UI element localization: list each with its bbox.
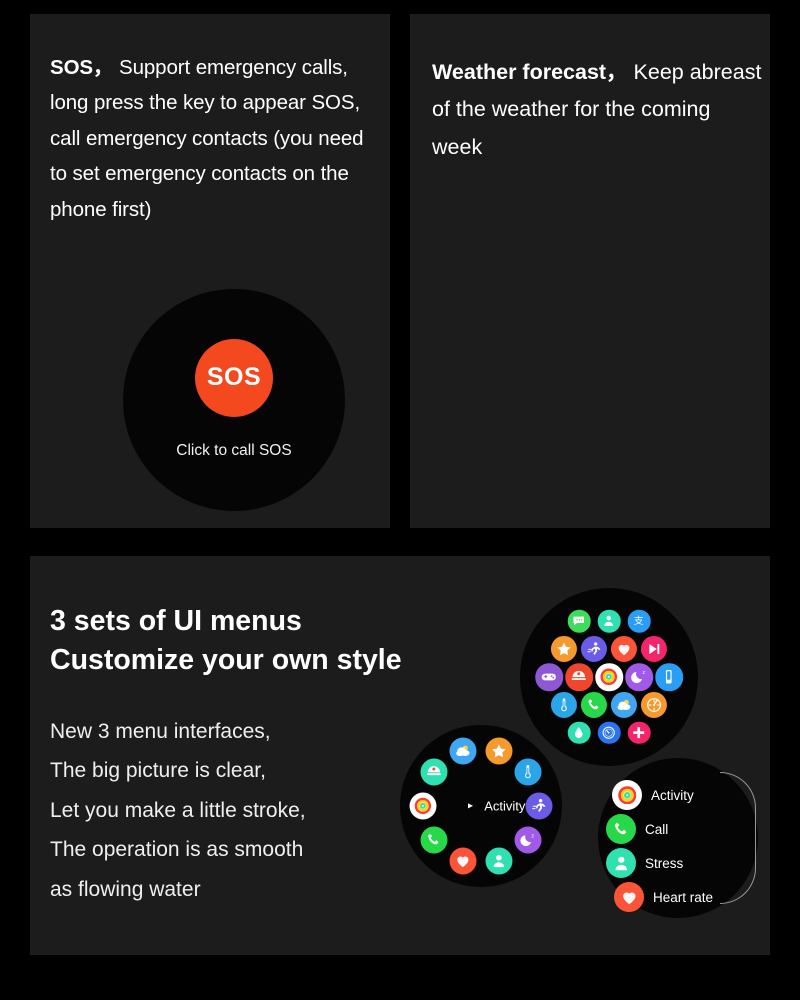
compass-icon[interactable] bbox=[640, 691, 668, 718]
sos-body-text: Support emergency calls, long press the … bbox=[50, 56, 364, 221]
svg-text:z: z bbox=[643, 670, 646, 676]
activity-icon[interactable] bbox=[409, 792, 437, 820]
list-item[interactable]: Activity bbox=[612, 780, 694, 810]
alipay-icon[interactable]: 支 bbox=[627, 609, 651, 633]
game-icon[interactable] bbox=[535, 663, 563, 691]
water-icon[interactable] bbox=[567, 721, 591, 745]
ring-menu-watch-face: ▸ Activity z bbox=[400, 725, 562, 887]
list-item[interactable]: Heart rate bbox=[614, 882, 713, 912]
list-item-label: Call bbox=[645, 821, 669, 837]
menus-body-line: New 3 menu interfaces, bbox=[50, 720, 271, 743]
list-scroll-arc[interactable] bbox=[720, 772, 756, 904]
food-icon[interactable] bbox=[420, 758, 448, 786]
call-icon bbox=[606, 814, 636, 844]
heart-rate-icon[interactable] bbox=[449, 847, 477, 875]
medical-icon[interactable] bbox=[627, 721, 651, 745]
stress-icon[interactable] bbox=[597, 609, 621, 633]
food-icon[interactable] bbox=[565, 663, 593, 691]
stress-icon[interactable] bbox=[485, 847, 513, 875]
heart-rate-icon bbox=[614, 882, 644, 912]
ring-selected-label: Activity bbox=[484, 798, 526, 814]
menus-heading-line2: Customize your own style bbox=[50, 644, 402, 677]
call-icon[interactable] bbox=[420, 826, 448, 854]
menus-heading-line1: 3 sets of UI menus bbox=[50, 605, 302, 637]
barometer-icon[interactable] bbox=[597, 721, 621, 745]
weather-lead-text: Weather forecast， bbox=[432, 60, 628, 84]
message-icon[interactable] bbox=[567, 609, 591, 633]
stress-icon bbox=[606, 848, 636, 878]
sos-feature-panel: SOS， Support emergency calls, long press… bbox=[30, 14, 390, 528]
call-icon[interactable] bbox=[580, 691, 608, 718]
menus-body-line: The operation is as smooth bbox=[50, 838, 304, 862]
list-item-label: Stress bbox=[645, 855, 684, 871]
weather-description: Weather forecast， Keep abreast of the we… bbox=[432, 54, 762, 166]
heart-rate-icon[interactable] bbox=[610, 636, 638, 663]
menus-description: New 3 menu interfaces, The big picture i… bbox=[50, 712, 430, 909]
star-icon[interactable] bbox=[485, 737, 513, 765]
menus-heading: 3 sets of UI menus Customize your own st… bbox=[50, 602, 520, 681]
list-item-label: Heart rate bbox=[653, 889, 714, 905]
phone-battery-icon[interactable] bbox=[655, 663, 683, 691]
sleep-icon[interactable]: z bbox=[625, 663, 653, 691]
menus-body-line: The big picture is clear, bbox=[50, 759, 266, 783]
svg-text:z: z bbox=[531, 834, 534, 840]
weather-feature-panel: Weather forecast， Keep abreast of the we… bbox=[410, 14, 770, 528]
temperature-icon[interactable] bbox=[550, 691, 578, 718]
running-icon[interactable] bbox=[525, 792, 553, 820]
list-item-label: Activity bbox=[651, 787, 694, 803]
sos-button-label: SOS bbox=[206, 363, 262, 392]
sos-call-button[interactable]: SOS bbox=[195, 338, 273, 417]
menus-body-line: Let you make a little stroke, bbox=[50, 798, 306, 822]
activity-icon bbox=[612, 780, 642, 810]
list-item[interactable]: Stress bbox=[606, 848, 683, 878]
list-menu-watch-face: Activity Call Stress Heart rate bbox=[598, 758, 758, 918]
svg-text:支: 支 bbox=[634, 616, 644, 628]
grid-menu-watch-face: 支z bbox=[520, 588, 698, 766]
ring-selection-caret: ▸ bbox=[468, 800, 474, 812]
music-next-icon[interactable] bbox=[640, 636, 668, 663]
running-icon[interactable] bbox=[580, 636, 608, 663]
sos-description: SOS， Support emergency calls, long press… bbox=[50, 50, 382, 227]
weather-icon[interactable] bbox=[610, 691, 638, 718]
product-feature-page: SOS， Support emergency calls, long press… bbox=[0, 0, 800, 1000]
sos-caption: Click to call SOS bbox=[176, 442, 292, 460]
sos-watch-face: SOS Click to call SOS bbox=[123, 289, 345, 511]
list-item[interactable]: Call bbox=[606, 814, 668, 844]
sleep-icon[interactable]: z bbox=[514, 826, 542, 854]
sos-lead-text: SOS， bbox=[50, 56, 114, 79]
weather-icon[interactable] bbox=[449, 737, 477, 765]
menus-body-line: as flowing water bbox=[50, 877, 201, 901]
temperature-icon[interactable] bbox=[514, 758, 542, 786]
activity-icon[interactable] bbox=[595, 663, 623, 691]
star-icon[interactable] bbox=[550, 636, 578, 663]
